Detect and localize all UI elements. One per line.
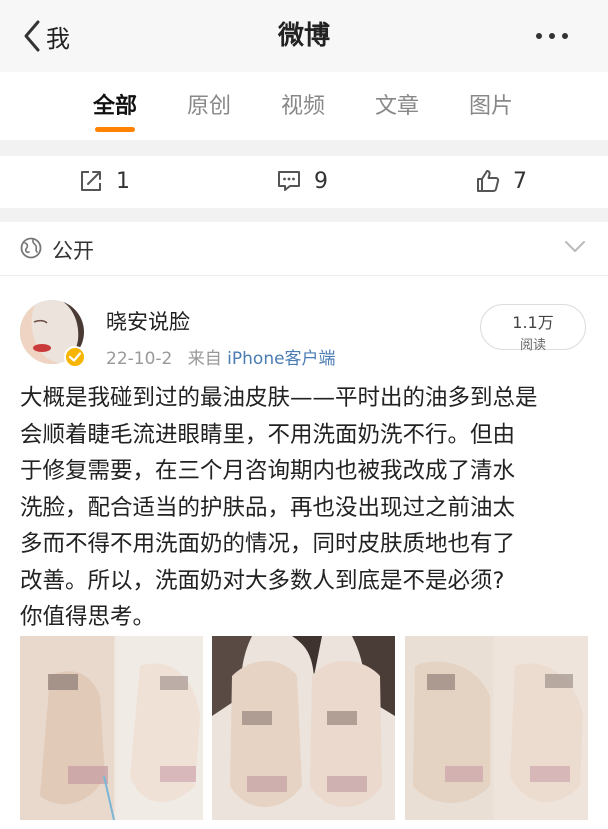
comment-icon (278, 171, 300, 191)
post-meta: 22-10-2 来自 iPhone客户端 (106, 344, 336, 369)
post-text-line: 你值得思考。 (20, 604, 156, 630)
visibility-row[interactable]: 公开 (0, 222, 608, 276)
tab-video[interactable]: 视频 (263, 88, 343, 120)
section-divider (0, 140, 608, 156)
chevron-left-icon (24, 20, 40, 52)
post-date: 22-10-2 (106, 349, 173, 369)
like-button[interactable]: 7 (475, 168, 527, 194)
tab-original[interactable]: 原创 (169, 88, 249, 120)
post-text-line: 洗脸，配合适当的护肤品，再也没出现过之前油太 (20, 494, 516, 521)
like-count: 7 (513, 168, 527, 194)
post-text-line: 于修复需要，在三个月咨询期内也被我改成了清水 (20, 458, 516, 484)
post-text-line: 多而不得不用洗面奶的情况，同时皮肤质地也有了 (20, 531, 516, 557)
active-tab-indicator (95, 127, 135, 132)
post-photo-1[interactable] (20, 636, 203, 820)
post-photo-3[interactable] (405, 636, 588, 820)
post-header: 晓安说脸 22-10-2 来自 iPhone客户端 1.1万 阅读 (0, 276, 608, 376)
action-bar: 1 9 7 (0, 156, 608, 208)
views-badge: 1.1万 阅读 (480, 304, 586, 353)
username[interactable]: 晓安说脸 (106, 306, 190, 336)
chevron-down-icon[interactable] (564, 240, 586, 254)
tab-bar: 全部 原创 视频 文章 图片 (0, 72, 608, 140)
more-dots-icon (562, 33, 568, 39)
thumbs-up-icon (477, 170, 500, 192)
verified-badge (64, 346, 86, 368)
repost-count: 1 (116, 168, 130, 194)
section-divider (0, 208, 608, 222)
post-text-line: 改善。所以，洗面奶对大多数人到底是不是必须? (20, 567, 505, 594)
photo-grid (20, 636, 588, 820)
share-icon (81, 171, 101, 191)
post-photo-2[interactable] (212, 636, 395, 820)
page-title: 微博 (277, 21, 330, 51)
source-link[interactable]: iPhone客户端 (227, 349, 335, 369)
checkmark-icon (68, 352, 82, 362)
photo-thumbnail (212, 636, 395, 820)
more-dots-icon (536, 33, 542, 39)
visibility-label: 公开 (52, 239, 94, 263)
more-options-button[interactable] (536, 33, 568, 39)
source-prefix: 来自 (187, 349, 222, 369)
tab-article[interactable]: 文章 (357, 88, 437, 120)
post-text-line: 大概是我碰到过的最油皮肤——平时出的油多到总是 (20, 385, 538, 411)
comment-button[interactable]: 9 (276, 168, 328, 194)
repost-button[interactable]: 1 (78, 168, 130, 194)
photo-thumbnail (405, 636, 588, 820)
post-body: 大概是我碰到过的最油皮肤——平时出的油多到总是 会顺着睫毛流进眼睛里，不用洗面奶… (20, 380, 590, 636)
back-label: 我 (46, 24, 70, 53)
tab-pictures[interactable]: 图片 (451, 88, 531, 120)
tab-all[interactable]: 全部 (75, 88, 155, 120)
more-dots-icon (549, 33, 555, 39)
views-label: 阅读 (519, 338, 546, 353)
photo-thumbnail (20, 636, 203, 820)
globe-icon (20, 237, 42, 259)
post-text-line: 会顺着睫毛流进眼睛里，不用洗面奶洗不行。但由 (20, 421, 516, 448)
views-count: 1.1万 (512, 313, 554, 332)
top-bar: 我 微博 (0, 0, 608, 72)
comment-count: 9 (314, 168, 328, 194)
back-button[interactable]: 我 (22, 16, 70, 56)
